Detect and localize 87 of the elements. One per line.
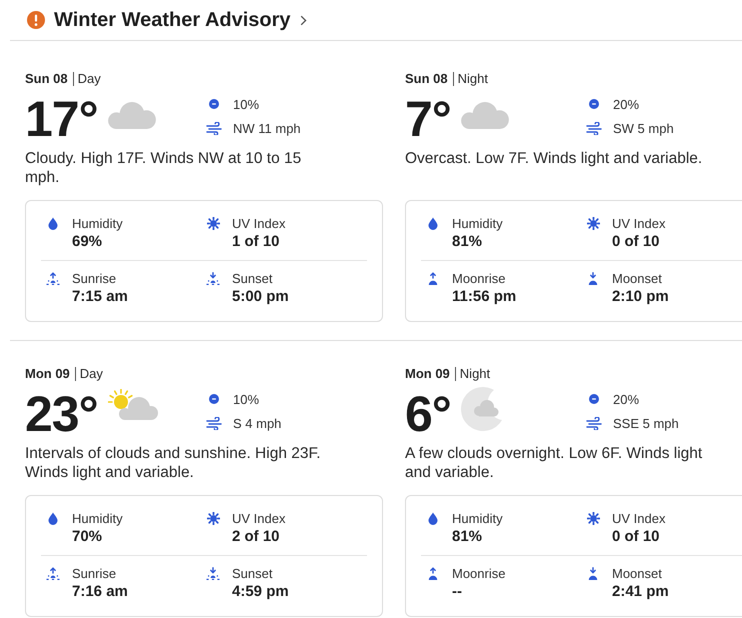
temperature: 17° (25, 92, 98, 146)
sun-icon (586, 217, 600, 230)
sunset-icon (206, 567, 220, 580)
detail-label: UV Index (232, 510, 286, 527)
precipitation-chance: 20% (613, 96, 640, 112)
drop-icon (48, 512, 58, 525)
detail-label: Humidity (452, 215, 503, 232)
sunrise-icon (46, 272, 60, 285)
detail-value: 1 of 10 (232, 232, 281, 251)
drop-icon (428, 512, 438, 525)
moonset-icon (586, 272, 600, 285)
day-label: Sun 08 (405, 70, 448, 88)
cloud-icon (108, 102, 156, 129)
day-label: Mon 09 (25, 365, 70, 383)
sun-cloud-icon (108, 389, 160, 421)
sunset-icon (206, 272, 220, 285)
precipitation-dot-icon (209, 99, 219, 109)
precipitation-dot-icon (589, 99, 599, 109)
precipitation-dot-icon (209, 394, 219, 404)
precipitation-chance: 10% (233, 96, 260, 112)
detail-value: 4:59 pm (232, 582, 289, 601)
wind-speed: NW 11 mph (233, 120, 301, 136)
wind-speed: SW 5 mph (613, 120, 674, 136)
forecast-summary: Intervals of clouds and sunshine. High 23F. Winds light and variable. (25, 444, 322, 482)
sun-icon (206, 512, 220, 525)
day-label: Sun 08 (25, 70, 68, 88)
detail-label: Sunset (232, 565, 274, 582)
detail-label: Moonset (612, 270, 663, 287)
forecast-summary: Overcast. Low 7F. Winds light and variable. (405, 149, 704, 169)
detail-label: Sunrise (72, 565, 118, 582)
detail-label: Moonrise (452, 565, 506, 582)
detail-label: Moonset (612, 565, 663, 582)
detail-label: UV Index (612, 215, 666, 232)
detail-value: 2:10 pm (612, 287, 669, 306)
advisory-link[interactable]: Winter Weather Advisory (27, 8, 307, 32)
detail-value: 5:00 pm (232, 287, 289, 306)
detail-label: Humidity (72, 215, 123, 232)
precipitation-chance: 20% (613, 392, 640, 406)
sun-icon (586, 512, 600, 525)
detail-label: UV Index (612, 510, 666, 527)
temperature: 23° (25, 387, 98, 441)
detail-value: 69% (72, 232, 104, 251)
detail-label: Humidity (452, 510, 503, 527)
drop-icon (48, 217, 58, 230)
moonrise-icon (426, 567, 440, 580)
day-label: Mon 09 (405, 365, 450, 383)
wind-icon (586, 122, 602, 134)
sunrise-icon (46, 567, 60, 580)
period-label: Night (458, 70, 488, 88)
drop-icon (428, 217, 438, 230)
moonrise-icon (426, 272, 440, 285)
detail-value: -- (452, 582, 463, 601)
wind-icon (206, 416, 222, 430)
detail-value: 0 of 10 (612, 527, 661, 546)
temperature: 7° (405, 92, 451, 146)
detail-value: 11:56 pm (452, 287, 516, 306)
alert-icon (27, 11, 45, 29)
forecast-summary: Cloudy. High 17F. Winds NW at 10 to 15 mph. (25, 149, 302, 187)
detail-label: Sunrise (72, 270, 118, 287)
period-label: Day (80, 365, 103, 383)
temperature: 6° (405, 387, 451, 441)
wind-speed: SSE 5 mph (613, 416, 679, 430)
period-label: Night (460, 365, 490, 383)
detail-value: 70% (72, 527, 104, 546)
wind-speed: S 4 mph (233, 416, 282, 430)
detail-value: 81% (452, 232, 484, 251)
chevron-right-icon (300, 14, 307, 26)
detail-value: 7:16 am (72, 582, 128, 601)
detail-value: 2:41 pm (612, 582, 669, 601)
detail-label: UV Index (232, 215, 286, 232)
detail-label: Humidity (72, 510, 123, 527)
moon-cloud-icon (460, 387, 503, 431)
forecast-summary: A few clouds overnight. Low 6F. Winds light and variable. (405, 444, 704, 482)
detail-value: 0 of 10 (612, 232, 661, 251)
period-label: Day (78, 70, 101, 88)
detail-value: 81% (452, 527, 484, 546)
wind-icon (586, 416, 602, 430)
wind-icon (206, 122, 222, 134)
moonset-icon (586, 567, 600, 580)
precipitation-dot-icon (589, 394, 599, 404)
precipitation-chance: 10% (233, 392, 260, 406)
cloud-icon (460, 102, 509, 129)
sun-icon (206, 217, 220, 230)
detail-label: Moonrise (452, 270, 506, 287)
detail-value: 2 of 10 (232, 527, 281, 546)
detail-value: 7:15 am (72, 287, 128, 306)
detail-label: Sunset (232, 270, 274, 287)
